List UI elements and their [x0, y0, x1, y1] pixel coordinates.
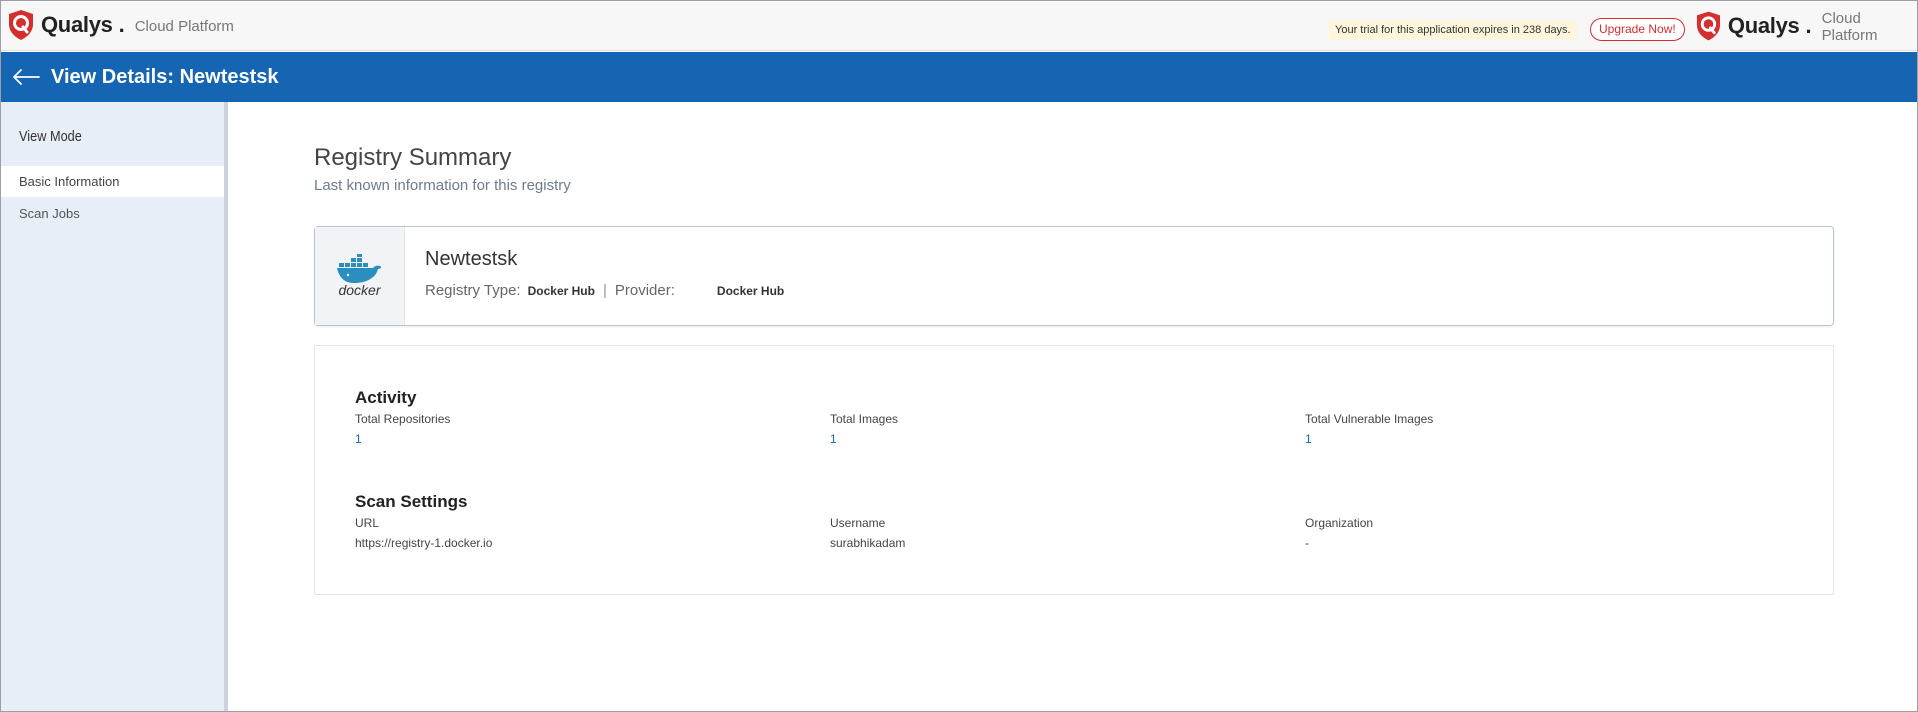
- upgrade-button[interactable]: Upgrade Now!: [1590, 18, 1685, 41]
- sidebar-heading: View Mode: [19, 128, 82, 145]
- brand-name: Qualys: [1727, 13, 1800, 38]
- url-value: https://registry-1.docker.io: [355, 536, 493, 550]
- registry-card: docker Newtestsk Registry Type: Docker H…: [314, 226, 1834, 326]
- brand-dot: .: [118, 12, 125, 37]
- username-value: surabhikadam: [830, 536, 906, 550]
- meta-separator: |: [602, 282, 607, 299]
- total-vulnerable-images-label: Total Vulnerable Images: [1305, 412, 1434, 426]
- total-repositories-label: Total Repositories: [355, 412, 451, 426]
- qualys-logo-right[interactable]: Qualys. Cloud Platform: [1695, 9, 1917, 44]
- sidebar: View Mode Basic Information Scan Jobs: [1, 102, 228, 711]
- section-title: Registry Summary: [314, 144, 512, 171]
- brand-subtitle: Cloud Platform: [1821, 10, 1878, 44]
- section-subtitle: Last known information for this registry: [314, 177, 571, 194]
- top-bar: Qualys. Cloud Platform Your trial for th…: [1, 1, 1917, 51]
- details-card: Activity Total Repositories 1 Total Imag…: [314, 345, 1834, 595]
- page-header: View Details: Newtestsk: [1, 52, 1917, 102]
- brand-dot: .: [1805, 13, 1812, 38]
- provider-value: Docker Hub: [716, 283, 785, 298]
- brand-name: Qualys: [41, 12, 113, 37]
- brand-subtitle: Cloud Platform: [134, 17, 234, 35]
- organization-value: -: [1305, 536, 1309, 550]
- url-label: URL: [355, 516, 380, 530]
- registry-name: Newtestsk: [425, 248, 518, 270]
- registry-meta: Registry Type: Docker Hub | Provider: Do…: [425, 282, 784, 299]
- page-title: View Details: Newtestsk: [51, 65, 279, 88]
- registry-type-label: Registry Type:: [425, 282, 521, 299]
- docker-logo-text: docker: [338, 282, 381, 298]
- total-vulnerable-images-value[interactable]: 1: [1305, 432, 1312, 446]
- trial-notice: Your trial for this application expires …: [1329, 20, 1577, 40]
- qualys-logo[interactable]: Qualys. Cloud Platform: [7, 9, 234, 41]
- total-repositories-value[interactable]: 1: [355, 432, 362, 446]
- docker-whale-icon: [336, 254, 381, 283]
- username-label: Username: [830, 516, 886, 530]
- sidebar-item-basic-information[interactable]: Basic Information: [1, 166, 224, 197]
- registry-type-value: Docker Hub: [527, 283, 595, 298]
- docker-logo: docker: [315, 227, 405, 325]
- organization-label: Organization: [1305, 516, 1374, 530]
- back-arrow-icon[interactable]: [11, 67, 41, 87]
- sidebar-item-scan-jobs[interactable]: Scan Jobs: [1, 198, 224, 229]
- activity-title: Activity: [355, 388, 417, 407]
- qualys-shield-icon: [9, 10, 33, 40]
- total-images-value[interactable]: 1: [830, 432, 837, 446]
- scan-settings-title: Scan Settings: [355, 492, 468, 511]
- total-images-label: Total Images: [830, 412, 899, 426]
- provider-label: Provider:: [614, 282, 675, 299]
- qualys-shield-icon: [1696, 11, 1720, 41]
